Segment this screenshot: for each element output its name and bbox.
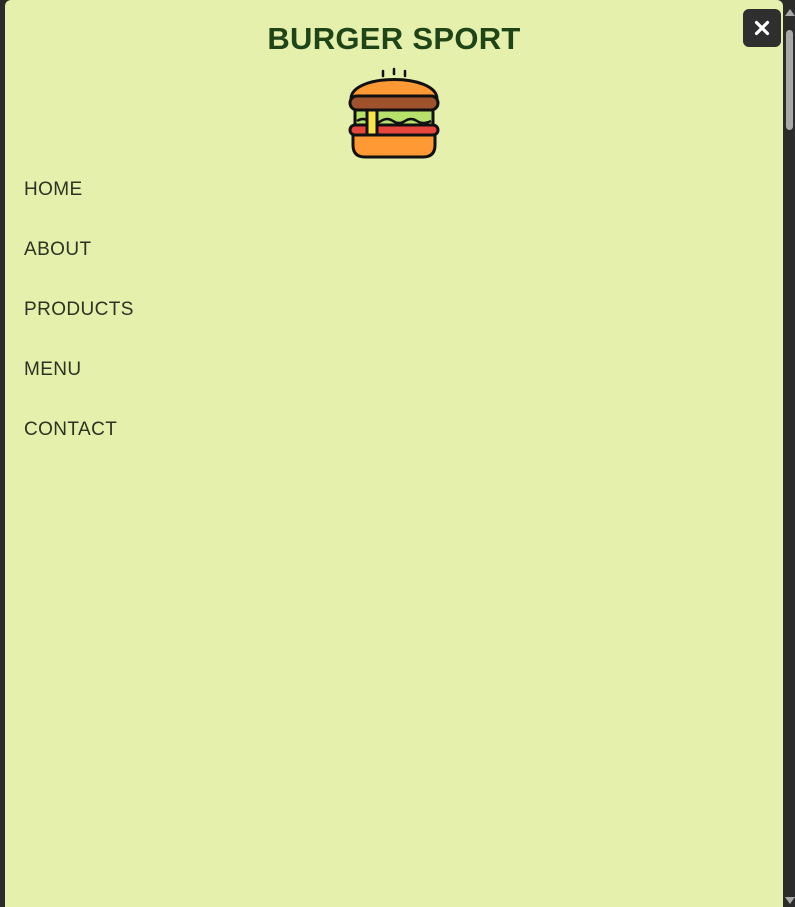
close-icon [754, 20, 770, 36]
side-drawer: BURGER SPORT HOME ABOUT PRODUCTS MENU CO… [5, 0, 783, 907]
brand-title: BURGER SPORT [267, 21, 521, 56]
nav-item-home[interactable]: HOME [24, 160, 134, 220]
nav-item-products[interactable]: PRODUCTS [24, 280, 134, 340]
nav-item-about[interactable]: ABOUT [24, 220, 134, 280]
scroll-down-arrow-icon[interactable] [785, 897, 795, 904]
scroll-up-arrow-icon[interactable] [785, 9, 795, 16]
app-frame: BURGER SPORT HOME ABOUT PRODUCTS MENU CO… [0, 0, 795, 907]
scrollbar-thumb[interactable] [786, 30, 793, 130]
nav-item-contact[interactable]: CONTACT [24, 400, 134, 460]
close-button[interactable] [743, 9, 781, 47]
burger-icon [343, 59, 445, 161]
nav-item-menu[interactable]: MENU [24, 340, 134, 400]
vertical-scrollbar[interactable] [783, 0, 795, 907]
nav-menu: HOME ABOUT PRODUCTS MENU CONTACT [24, 160, 134, 460]
